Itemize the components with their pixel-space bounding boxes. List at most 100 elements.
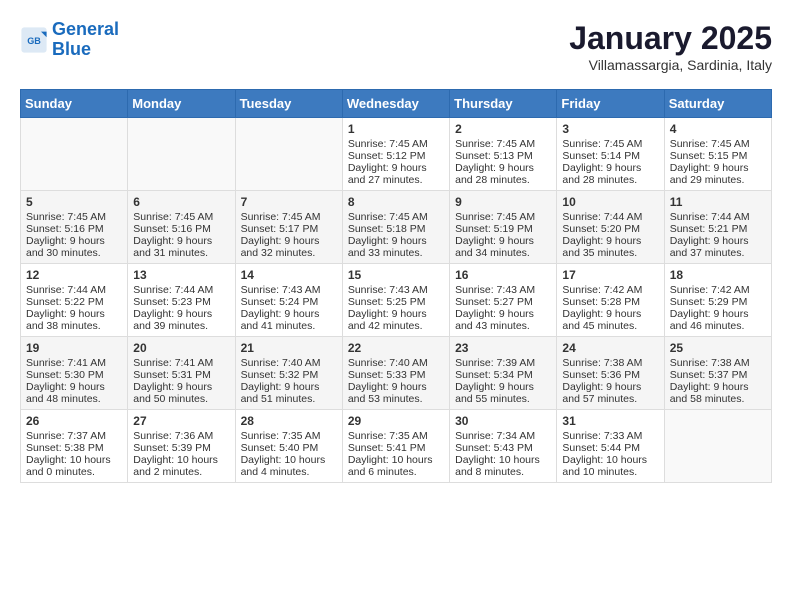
calendar-day-cell: 27Sunrise: 7:36 AMSunset: 5:39 PMDayligh… [128,410,235,483]
title-block: January 2025 Villamassargia, Sardinia, I… [569,20,772,73]
weekday-header: Saturday [664,90,771,118]
calendar-day-cell: 26Sunrise: 7:37 AMSunset: 5:38 PMDayligh… [21,410,128,483]
day-number: 19 [26,341,122,355]
calendar-day-cell: 15Sunrise: 7:43 AMSunset: 5:25 PMDayligh… [342,264,449,337]
day-info-line: Sunrise: 7:37 AM [26,430,122,442]
day-number: 31 [562,414,658,428]
calendar-day-cell: 1 Sunrise: 7:45 AMSunset: 5:12 PMDaylight… [342,118,449,191]
calendar-day-cell: 29Sunrise: 7:35 AMSunset: 5:41 PMDayligh… [342,410,449,483]
weekday-header: Wednesday [342,90,449,118]
day-info-line: Sunrise: 7:43 AM [241,284,337,296]
day-info-line: Sunrise: 7:38 AM [562,357,658,369]
day-info-line: Sunset: 5:27 PM [455,296,551,308]
calendar-day-cell: 9Sunrise: 7:45 AMSunset: 5:19 PMDaylight… [450,191,557,264]
day-info-line: Daylight: 9 hours and 27 minutes. [348,162,444,186]
empty-cell [664,410,771,483]
day-info-line: Daylight: 9 hours and 37 minutes. [670,235,766,259]
day-info-line: Daylight: 9 hours and 34 minutes. [455,235,551,259]
page-header: GB General Blue January 2025 Villamassar… [20,20,772,73]
day-info-line: Sunset: 5:40 PM [241,442,337,454]
day-info-line: Sunrise: 7:40 AM [348,357,444,369]
weekday-header: Friday [557,90,664,118]
day-info-line: Sunset: 5:41 PM [348,442,444,454]
day-info-line: Daylight: 9 hours and 48 minutes. [26,381,122,405]
day-number: 13 [133,268,229,282]
day-number: 22 [348,341,444,355]
day-info-line: Daylight: 9 hours and 29 minutes. [670,162,766,186]
day-info-line: Daylight: 10 hours and 10 minutes. [562,454,658,478]
calendar-day-cell: 19 Sunrise: 7:41 AMSunset: 5:30 PMDayligh… [21,337,128,410]
day-info-line: Sunrise: 7:33 AM [562,430,658,442]
day-number: 8 [348,195,444,209]
calendar-day-cell: 2Sunrise: 7:45 AMSunset: 5:13 PMDaylight… [450,118,557,191]
day-info-line: Sunset: 5:16 PM [26,223,122,235]
day-info-line: Sunset: 5:12 PM [348,150,444,162]
calendar-day-cell: 14Sunrise: 7:43 AMSunset: 5:24 PMDayligh… [235,264,342,337]
day-info-line: Daylight: 9 hours and 41 minutes. [241,308,337,332]
calendar-day-cell: 21Sunrise: 7:40 AMSunset: 5:32 PMDayligh… [235,337,342,410]
calendar-week-row: 5Sunrise: 7:45 AMSunset: 5:16 PMDaylight… [21,191,772,264]
day-number: 9 [455,195,551,209]
day-number: 10 [562,195,658,209]
day-info-line: Daylight: 9 hours and 50 minutes. [133,381,229,405]
weekday-header-row: SundayMondayTuesdayWednesdayThursdayFrid… [21,90,772,118]
calendar-day-cell: 18Sunrise: 7:42 AMSunset: 5:29 PMDayligh… [664,264,771,337]
weekday-header: Sunday [21,90,128,118]
day-info-line: Daylight: 9 hours and 46 minutes. [670,308,766,332]
day-number: 16 [455,268,551,282]
day-info-line: Daylight: 9 hours and 31 minutes. [133,235,229,259]
day-info-line: Sunrise: 7:44 AM [133,284,229,296]
calendar-week-row: 1Sunrise: 7:45 AMSunset: 5:12 PMDaylight… [21,118,772,191]
day-number: 21 [241,341,337,355]
day-number: 12 [26,268,122,282]
day-number: 27 [133,414,229,428]
calendar-day-cell: 24Sunrise: 7:38 AMSunset: 5:36 PMDayligh… [557,337,664,410]
day-number: 11 [670,195,766,209]
day-info-line: Sunrise: 7:45 AM [670,138,766,150]
calendar-week-row: 12Sunrise: 7:44 AMSunset: 5:22 PMDayligh… [21,264,772,337]
day-number: 17 [562,268,658,282]
day-info-line: Sunrise: 7:41 AM [26,357,122,369]
day-info-line: Daylight: 9 hours and 58 minutes. [670,381,766,405]
calendar-week-row: 26Sunrise: 7:37 AMSunset: 5:38 PMDayligh… [21,410,772,483]
day-info-line: Sunset: 5:22 PM [26,296,122,308]
day-info-line: Daylight: 10 hours and 2 minutes. [133,454,229,478]
day-number: 1 [348,122,444,136]
day-info-line: Daylight: 9 hours and 45 minutes. [562,308,658,332]
day-info-line: Daylight: 9 hours and 42 minutes. [348,308,444,332]
day-number: 7 [241,195,337,209]
day-info-line: Sunset: 5:16 PM [133,223,229,235]
calendar-day-cell: 11Sunrise: 7:44 AMSunset: 5:21 PMDayligh… [664,191,771,264]
month-title: January 2025 [569,20,772,57]
day-info-line: Sunset: 5:44 PM [562,442,658,454]
day-info-line: Daylight: 9 hours and 35 minutes. [562,235,658,259]
day-info-line: Sunset: 5:33 PM [348,369,444,381]
day-info-line: Sunset: 5:34 PM [455,369,551,381]
calendar-day-cell: 3Sunrise: 7:45 AMSunset: 5:14 PMDaylight… [557,118,664,191]
calendar-day-cell: 17Sunrise: 7:42 AMSunset: 5:28 PMDayligh… [557,264,664,337]
day-info-line: Sunrise: 7:45 AM [348,211,444,223]
day-number: 4 [670,122,766,136]
calendar-day-cell: 7Sunrise: 7:45 AMSunset: 5:17 PMDaylight… [235,191,342,264]
day-info-line: Sunrise: 7:45 AM [348,138,444,150]
day-info-line: Daylight: 9 hours and 32 minutes. [241,235,337,259]
day-info-line: Daylight: 10 hours and 8 minutes. [455,454,551,478]
empty-cell [128,118,235,191]
logo: GB General Blue [20,20,119,60]
day-info-line: Sunset: 5:24 PM [241,296,337,308]
day-info-line: Sunrise: 7:43 AM [455,284,551,296]
day-info-line: Daylight: 9 hours and 39 minutes. [133,308,229,332]
day-info-line: Daylight: 9 hours and 38 minutes. [26,308,122,332]
day-info-line: Sunset: 5:25 PM [348,296,444,308]
calendar-day-cell: 13Sunrise: 7:44 AMSunset: 5:23 PMDayligh… [128,264,235,337]
day-info-line: Sunrise: 7:45 AM [455,211,551,223]
day-info-line: Sunrise: 7:38 AM [670,357,766,369]
calendar-day-cell: 4Sunrise: 7:45 AMSunset: 5:15 PMDaylight… [664,118,771,191]
weekday-header: Tuesday [235,90,342,118]
logo-blue: Blue [52,39,91,59]
calendar-day-cell: 23Sunrise: 7:39 AMSunset: 5:34 PMDayligh… [450,337,557,410]
day-info-line: Sunset: 5:30 PM [26,369,122,381]
day-number: 3 [562,122,658,136]
day-number: 29 [348,414,444,428]
day-info-line: Sunrise: 7:34 AM [455,430,551,442]
